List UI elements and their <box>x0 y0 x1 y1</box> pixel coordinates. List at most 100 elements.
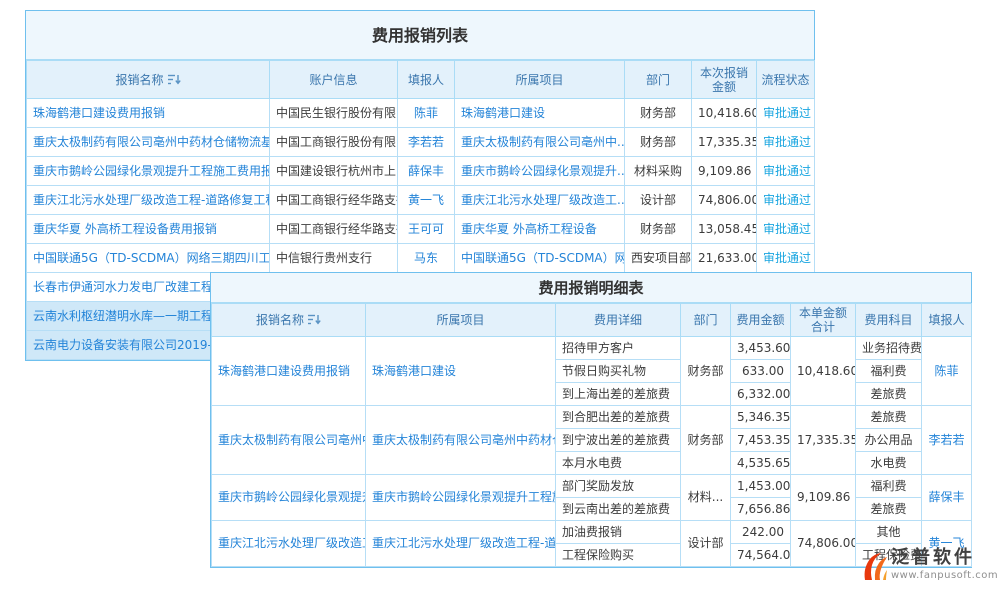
filler-link[interactable]: 李若若 <box>398 128 455 157</box>
expense-detail-row: 珠海鹤港口建设费用报销珠海鹤港口建设招待甲方客户财务部3,453.6010,41… <box>212 337 972 360</box>
expense-name-link[interactable]: 珠海鹤港口建设费用报销 <box>212 337 366 406</box>
column-header[interactable]: 报销名称 <box>212 304 366 337</box>
project-link[interactable]: 重庆市鹅岭公园绿化景观提升... <box>455 157 625 186</box>
project-link[interactable]: 珠海鹤港口建设 <box>366 337 556 406</box>
project-link[interactable]: 重庆太极制药有限公司亳州中... <box>455 128 625 157</box>
flow-status-link[interactable]: 审批通过 <box>757 128 815 157</box>
filler-link[interactable]: 薛保丰 <box>398 157 455 186</box>
filler-link[interactable]: 黄一飞 <box>398 186 455 215</box>
sort-icon[interactable] <box>308 314 321 325</box>
brand-name: 泛普软件 <box>891 548 998 568</box>
dept-cell: 财务部 <box>625 215 692 244</box>
column-header[interactable]: 费用科目 <box>856 304 922 337</box>
expense-subject-cell: 福利费 <box>856 360 922 383</box>
column-header[interactable]: 所属项目 <box>455 61 625 99</box>
expense-amount-cell: 633.00 <box>731 360 791 383</box>
column-header[interactable]: 账户信息 <box>270 61 398 99</box>
column-header[interactable]: 填报人 <box>922 304 972 337</box>
expense-detail-cell: 到云南出差的差旅费 <box>556 498 681 521</box>
column-header[interactable]: 报销名称 <box>27 61 270 99</box>
filler-link[interactable]: 陈菲 <box>398 99 455 128</box>
expense-subject-cell: 差旅费 <box>856 383 922 406</box>
flow-status-link[interactable]: 审批通过 <box>757 99 815 128</box>
filler-link[interactable]: 陈菲 <box>922 337 972 406</box>
expense-detail-panel: 费用报销明细表 报销名称所属项目费用详细部门费用金额本单金额合计费用科目填报人珠… <box>210 272 972 568</box>
filler-link[interactable]: 薛保丰 <box>922 475 972 521</box>
expense-name-link[interactable]: 重庆太极制药有限公司亳州中药材 <box>212 406 366 475</box>
brand-site[interactable]: www.fanpusoft.com <box>891 570 998 581</box>
project-link[interactable]: 重庆华夏 外高桥工程设备 <box>455 215 625 244</box>
column-header-label: 费用金额 <box>736 313 784 327</box>
flow-status-link[interactable]: 审批通过 <box>757 157 815 186</box>
column-header[interactable]: 本单金额合计 <box>791 304 856 337</box>
project-link[interactable]: 中国联通5G（TD-SCDMA）网... <box>455 244 625 273</box>
hand-flame-icon <box>860 548 888 588</box>
expense-detail-row: 重庆太极制药有限公司亳州中药材重庆太极制药有限公司亳州中药材仓储物流到合肥出差的… <box>212 406 972 429</box>
flow-status-link[interactable]: 审批通过 <box>757 215 815 244</box>
account-info: 中国建设银行杭州市上... <box>270 157 398 186</box>
account-info: 中国民生银行股份有限... <box>270 99 398 128</box>
expense-amount-cell: 6,332.00 <box>731 383 791 406</box>
sort-icon[interactable] <box>168 74 181 85</box>
flow-status-link[interactable]: 审批通过 <box>757 244 815 273</box>
expense-name-link[interactable]: 重庆江北污水处理厂级改造工程- <box>212 521 366 567</box>
column-header-label: 账户信息 <box>309 73 357 87</box>
amount-cell: 10,418.60 <box>692 99 757 128</box>
column-header-label: 本单金额合计 <box>799 306 847 334</box>
project-link[interactable]: 重庆太极制药有限公司亳州中药材仓储物流 <box>366 406 556 475</box>
total-amount-cell: 10,418.60 <box>791 337 856 406</box>
column-header-label: 部门 <box>646 73 670 87</box>
expense-detail-cell: 节假日购买礼物 <box>556 360 681 383</box>
column-header[interactable]: 费用详细 <box>556 304 681 337</box>
expense-name-link[interactable]: 重庆华夏 外高桥工程设备费用报销 <box>27 215 270 244</box>
dept-cell: 设计部 <box>625 186 692 215</box>
column-header[interactable]: 本次报销金额 <box>692 61 757 99</box>
header-row: 报销名称 账户信息 填报人 所属项目 部门 本次报销金额流程状态 <box>27 61 815 99</box>
expense-name-link[interactable]: 重庆市鹅岭公园绿化景观提升工程施工费用报销 <box>27 157 270 186</box>
column-header-label: 所属项目 <box>515 73 563 87</box>
column-header[interactable]: 填报人 <box>398 61 455 99</box>
list-table-title: 费用报销列表 <box>26 11 814 60</box>
column-header-label: 填报人 <box>928 313 964 327</box>
expense-name-link[interactable]: 重庆太极制药有限公司亳州中药材仓储物流基地项... <box>27 128 270 157</box>
column-header[interactable]: 部门 <box>681 304 731 337</box>
project-link[interactable]: 重庆江北污水处理厂级改造工程-道路修复工 <box>366 521 556 567</box>
dept-cell: 财务部 <box>625 128 692 157</box>
flow-status-link[interactable]: 审批通过 <box>757 186 815 215</box>
expense-amount-cell: 74,564.00 <box>731 544 791 567</box>
expense-list-row: 重庆江北污水处理厂级改造工程-道路修复工程费用...中国工商银行经华路支行黄一飞… <box>27 186 815 215</box>
expense-amount-cell: 4,535.65 <box>731 452 791 475</box>
column-header[interactable]: 所属项目 <box>366 304 556 337</box>
dept-cell: 财务部 <box>625 99 692 128</box>
amount-cell: 74,806.00 <box>692 186 757 215</box>
expense-subject-cell: 水电费 <box>856 452 922 475</box>
account-info: 中国工商银行经华路支行 <box>270 186 398 215</box>
expense-name-link[interactable]: 中国联通5G（TD-SCDMA）网络三期四川工程费... <box>27 244 270 273</box>
dept-cell: 财务部 <box>681 337 731 406</box>
expense-amount-cell: 242.00 <box>731 521 791 544</box>
expense-amount-cell: 7,453.35 <box>731 429 791 452</box>
expense-name-link[interactable]: 重庆江北污水处理厂级改造工程-道路修复工程费用... <box>27 186 270 215</box>
column-header-label: 报销名称 <box>115 73 163 87</box>
expense-detail-cell: 工程保险购买 <box>556 544 681 567</box>
project-link[interactable]: 重庆江北污水处理厂级改造工... <box>455 186 625 215</box>
expense-detail-cell: 到合肥出差的差旅费 <box>556 406 681 429</box>
expense-list-row: 重庆市鹅岭公园绿化景观提升工程施工费用报销中国建设银行杭州市上...薛保丰重庆市… <box>27 157 815 186</box>
expense-name-link[interactable]: 重庆市鹅岭公园绿化景观提升工程施工 <box>212 475 366 521</box>
project-link[interactable]: 珠海鹤港口建设 <box>455 99 625 128</box>
column-header[interactable]: 部门 <box>625 61 692 99</box>
expense-name-link[interactable]: 珠海鹤港口建设费用报销 <box>27 99 270 128</box>
filler-link[interactable]: 李若若 <box>922 406 972 475</box>
expense-amount-cell: 3,453.60 <box>731 337 791 360</box>
total-amount-cell: 9,109.86 <box>791 475 856 521</box>
column-header[interactable]: 费用金额 <box>731 304 791 337</box>
total-amount-cell: 17,335.35 <box>791 406 856 475</box>
filler-link[interactable]: 王可可 <box>398 215 455 244</box>
project-link[interactable]: 重庆市鹅岭公园绿化景观提升工程施工 <box>366 475 556 521</box>
expense-detail-row: 重庆市鹅岭公园绿化景观提升工程施工重庆市鹅岭公园绿化景观提升工程施工部门奖励发放… <box>212 475 972 498</box>
expense-detail-row: 重庆江北污水处理厂级改造工程-重庆江北污水处理厂级改造工程-道路修复工加油费报销… <box>212 521 972 544</box>
expense-detail-cell: 到宁波出差的差旅费 <box>556 429 681 452</box>
column-header[interactable]: 流程状态 <box>757 61 815 99</box>
dept-cell: 财务部 <box>681 406 731 475</box>
filler-link[interactable]: 马东 <box>398 244 455 273</box>
